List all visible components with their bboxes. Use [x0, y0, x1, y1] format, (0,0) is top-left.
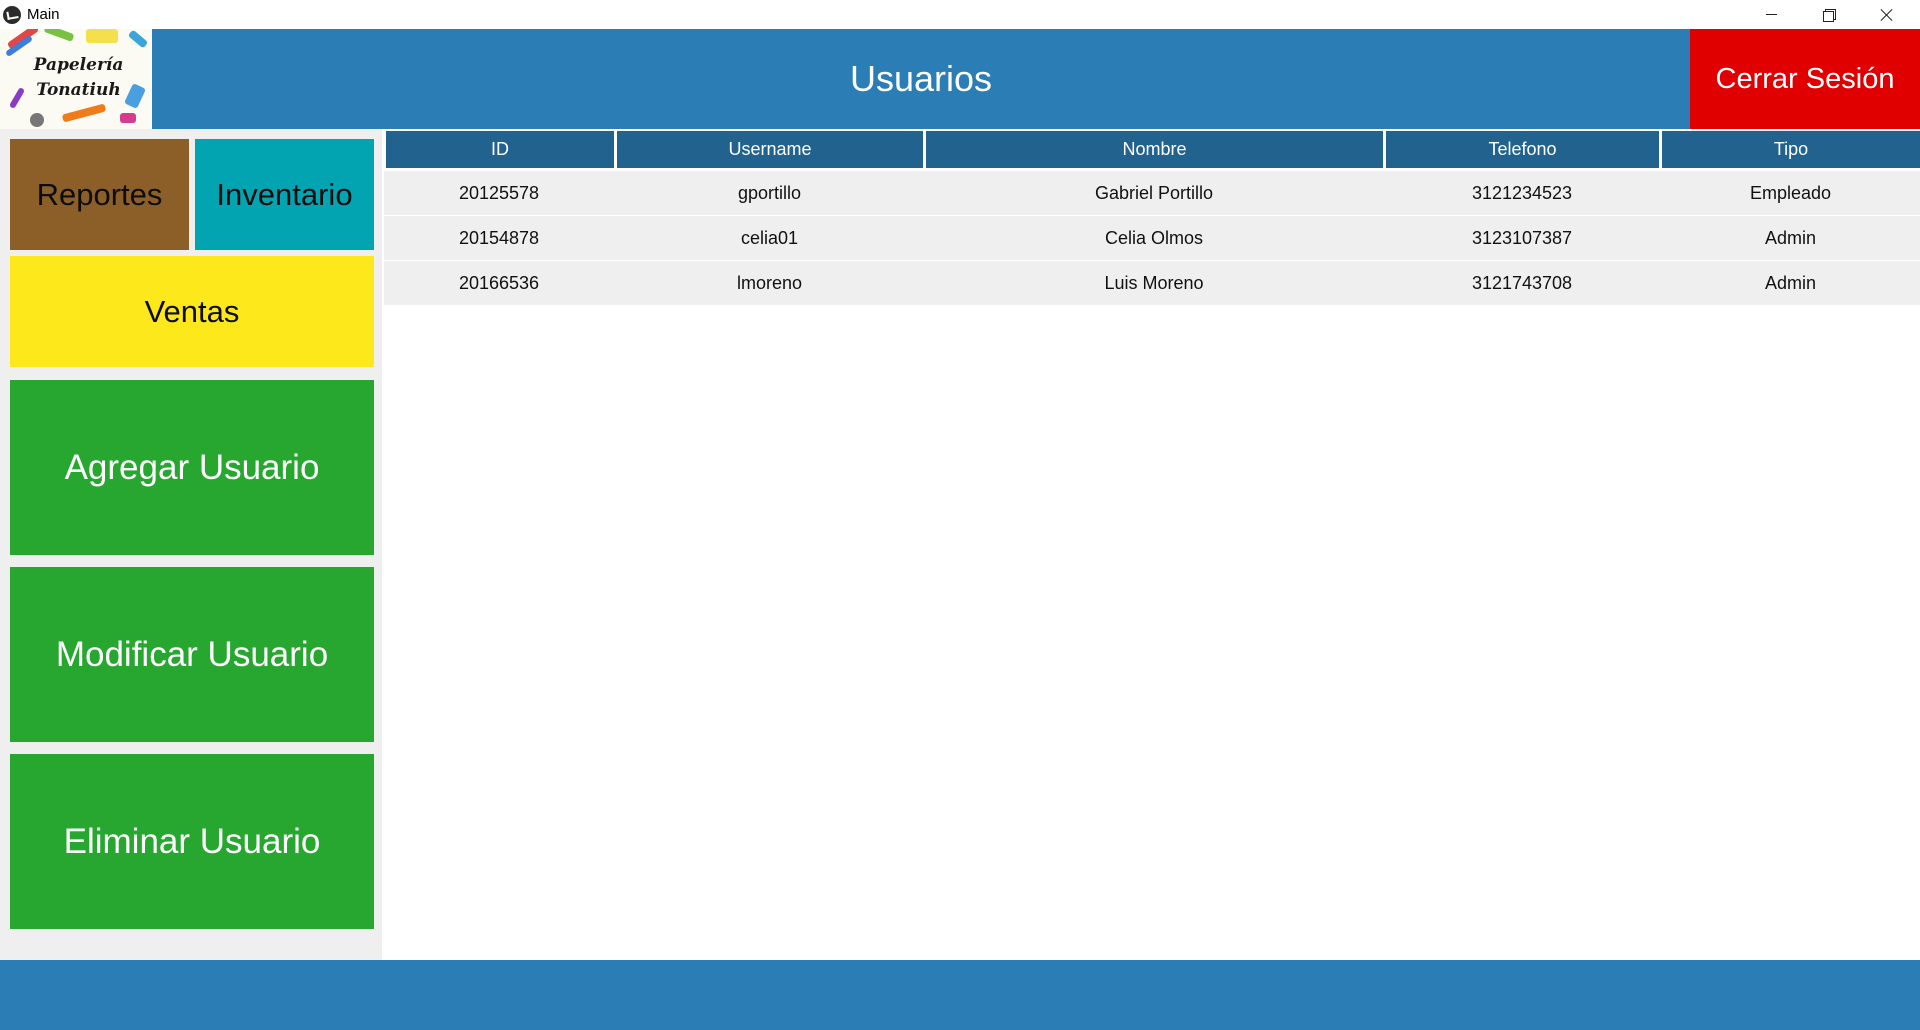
- column-header-tipo[interactable]: Tipo: [1662, 131, 1920, 168]
- window-titlebar: Main: [0, 0, 1920, 29]
- cell-tipo: Admin: [1764, 228, 1817, 248]
- table-row[interactable]: 20125578 gportillo Gabriel Portillo 3121…: [384, 171, 1920, 215]
- column-header-id[interactable]: ID: [386, 131, 614, 168]
- logo-text-line1: Papelería: [33, 55, 124, 75]
- cell-nombre: Gabriel Portillo: [1094, 183, 1214, 203]
- cell-id: 20154878: [458, 228, 540, 248]
- table-header: ID Username Nombre Telefono Tipo: [386, 131, 1920, 168]
- logo: Papelería Tonatiuh: [0, 29, 152, 129]
- column-header-telefono[interactable]: Telefono: [1386, 131, 1659, 168]
- page-title: Usuarios: [849, 58, 993, 99]
- column-header-username[interactable]: Username: [617, 131, 923, 168]
- cell-tipo: Empleado: [1749, 183, 1832, 203]
- app-icon: [3, 6, 21, 24]
- table-row[interactable]: 20166536 lmoreno Luis Moreno 3121743708 …: [384, 261, 1920, 305]
- cell-username: gportillo: [737, 183, 802, 203]
- close-icon[interactable]: [1858, 0, 1916, 29]
- add-user-button[interactable]: Agregar Usuario: [10, 380, 374, 555]
- logout-button[interactable]: Cerrar Sesión: [1690, 29, 1920, 129]
- cell-telefono: 3123107387: [1471, 228, 1573, 248]
- cell-id: 20125578: [458, 183, 540, 203]
- table-row[interactable]: 20154878 celia01 Celia Olmos 3123107387 …: [384, 216, 1920, 260]
- footer-bar: [0, 960, 1920, 1030]
- cell-username: lmoreno: [736, 273, 803, 293]
- restore-icon[interactable]: [1800, 0, 1858, 29]
- modify-user-button[interactable]: Modificar Usuario: [10, 567, 374, 742]
- cell-username: celia01: [740, 228, 799, 248]
- cell-telefono: 3121234523: [1471, 183, 1573, 203]
- delete-user-button[interactable]: Eliminar Usuario: [10, 754, 374, 929]
- cell-telefono: 3121743708: [1471, 273, 1573, 293]
- logo-text-line2: Tonatiuh: [36, 80, 121, 100]
- cell-nombre: Luis Moreno: [1104, 273, 1204, 293]
- inventario-button[interactable]: Inventario: [195, 139, 374, 250]
- cell-tipo: Admin: [1764, 273, 1817, 293]
- cell-id: 20166536: [458, 273, 540, 293]
- reportes-button[interactable]: Reportes: [10, 139, 189, 250]
- cell-nombre: Celia Olmos: [1104, 228, 1204, 248]
- ventas-button[interactable]: Ventas: [10, 256, 374, 367]
- minimize-icon[interactable]: [1742, 0, 1800, 29]
- column-header-nombre[interactable]: Nombre: [926, 131, 1383, 168]
- window-title: Main: [27, 6, 60, 23]
